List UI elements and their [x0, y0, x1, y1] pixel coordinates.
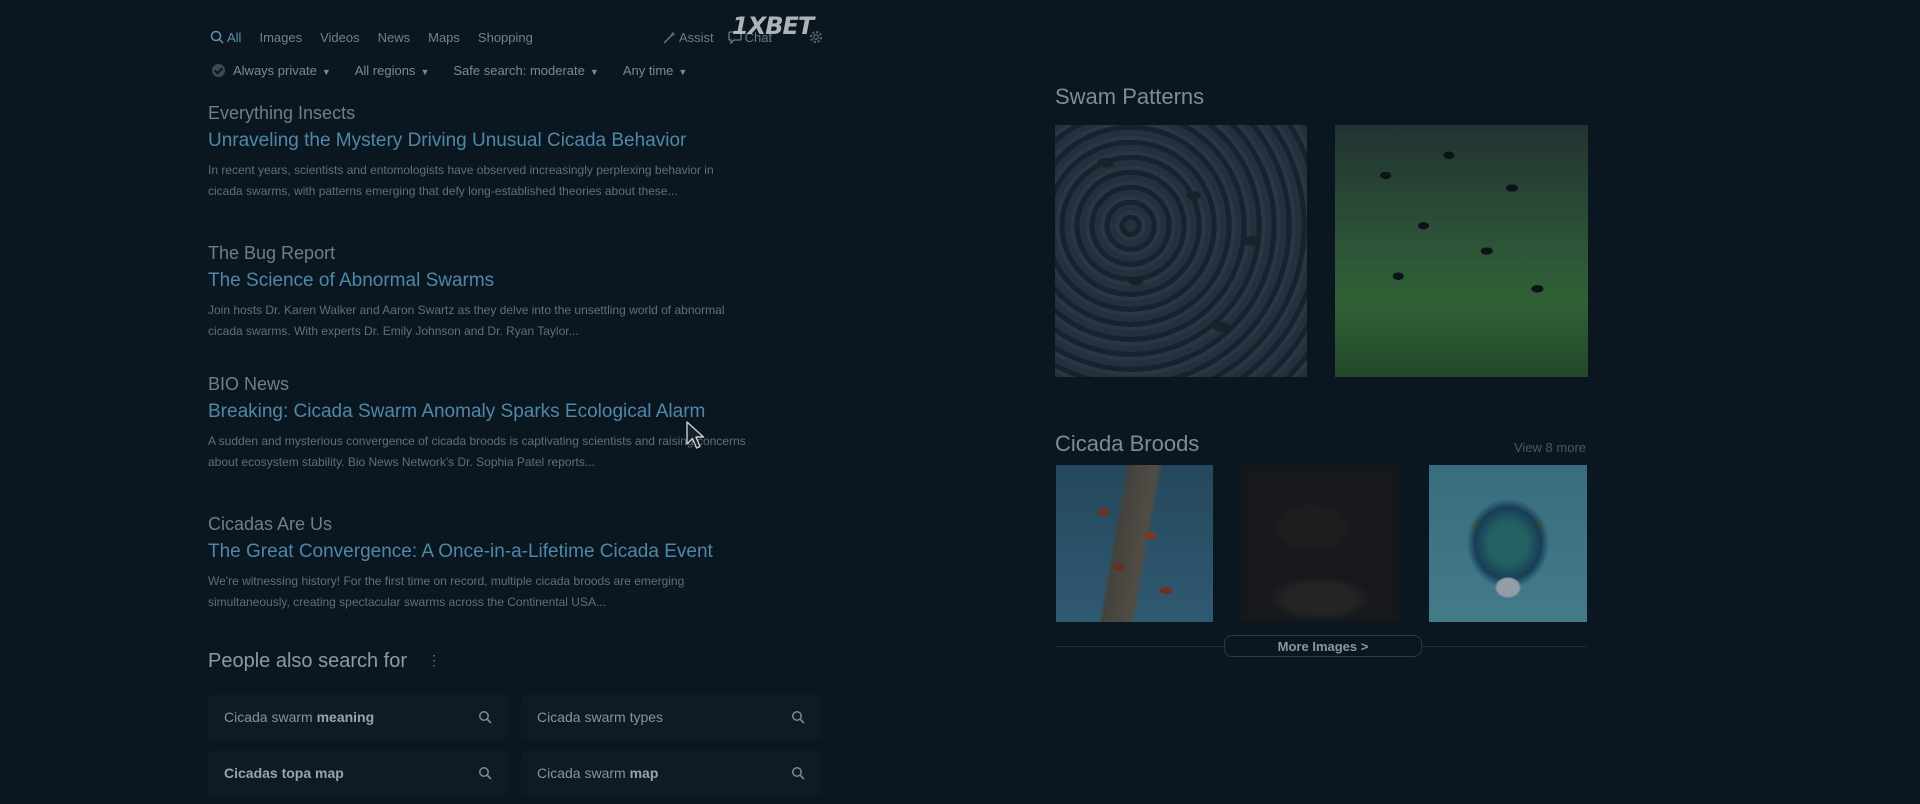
related-search-chip[interactable]: Cicada swarm map — [521, 750, 821, 796]
related-search-text: Cicada swarm map — [537, 765, 658, 781]
privacy-filter-label: Always private — [233, 63, 317, 78]
search-result: Cicadas Are Us The Great Convergence: A … — [208, 514, 748, 613]
search-filters: Always private ▼ All regions ▼ Safe search… — [212, 63, 711, 78]
result-source: Everything Insects — [208, 103, 356, 123]
caret-down-icon: ▼ — [589, 67, 599, 77]
search-icon — [792, 767, 805, 780]
related-search-prefix: Cicada swarm — [537, 765, 630, 781]
related-search-chip[interactable]: Cicada swarm meaning — [208, 694, 508, 740]
brood-image-2[interactable] — [1241, 465, 1399, 622]
result-title-link[interactable]: The Science of Abnormal Swarms — [208, 270, 748, 292]
search-result: BIO News Breaking: Cicada Swarm Anomaly … — [208, 374, 748, 473]
related-search-text: Cicada swarm types — [537, 709, 663, 725]
check-icon — [212, 64, 225, 77]
related-search-prefix: Cicada swarm — [224, 709, 317, 725]
search-icon — [479, 767, 492, 780]
result-title-link[interactable]: The Great Convergence: A Once-in-a-Lifet… — [208, 541, 748, 563]
watermark-logo: 1XBET — [732, 12, 814, 40]
tab-all[interactable]: All — [210, 30, 241, 45]
tab-videos[interactable]: Videos — [320, 30, 360, 45]
result-title-link[interactable]: Breaking: Cicada Swarm Anomaly Sparks Ec… — [208, 401, 748, 423]
people-also-search-title: People also search for — [208, 650, 408, 672]
time-filter[interactable]: Any time ▼ — [623, 63, 688, 78]
result-source: The Bug Report — [208, 243, 336, 263]
result-title-link[interactable]: Unraveling the Mystery Driving Unusual C… — [208, 130, 748, 152]
search-tabs: All Images Videos News Maps Shopping — [210, 30, 533, 45]
view-more-link[interactable]: View 8 more — [1514, 440, 1586, 455]
tab-maps[interactable]: Maps — [428, 30, 460, 45]
search-icon — [792, 711, 805, 724]
result-snippet: We're witnessing history! For the first … — [208, 574, 685, 609]
search-result: Everything Insects Unraveling the Myster… — [208, 103, 748, 202]
more-options-icon[interactable]: ⋮ — [427, 652, 441, 669]
cicada-broods-title: Cicada Broods — [1055, 431, 1200, 456]
mouse-cursor-icon — [686, 421, 705, 449]
related-search-bold: map — [629, 765, 659, 781]
assist-label: Assist — [679, 30, 714, 45]
related-search-bold: Cicadas topa map — [224, 765, 344, 781]
swarm-image-1[interactable] — [1055, 125, 1307, 377]
result-snippet: Join hosts Dr. Karen Walker and Aaron Sw… — [208, 303, 725, 338]
tab-all-label: All — [227, 30, 242, 45]
search-icon — [210, 30, 224, 44]
caret-down-icon: ▼ — [678, 67, 688, 77]
more-images-button[interactable]: More Images > — [1224, 635, 1422, 657]
safe-search-label: Safe search: moderate — [453, 63, 585, 78]
tab-shopping[interactable]: Shopping — [478, 30, 533, 45]
magic-wand-icon — [663, 31, 676, 44]
region-filter[interactable]: All regions ▼ — [355, 63, 430, 78]
tab-images[interactable]: Images — [259, 30, 302, 45]
brood-image-3[interactable] — [1429, 465, 1587, 622]
gear-icon[interactable] — [808, 29, 824, 45]
tab-news[interactable]: News — [378, 30, 411, 45]
result-snippet: A sudden and mysterious convergence of c… — [208, 434, 746, 469]
caret-down-icon: ▼ — [420, 67, 430, 77]
brood-image-1[interactable] — [1056, 465, 1213, 622]
search-result: The Bug Report The Science of Abnormal S… — [208, 243, 748, 342]
related-search-chip[interactable]: Cicadas topa map — [208, 750, 508, 796]
related-search-prefix: Cicada swarm types — [537, 709, 664, 725]
result-source: Cicadas Are Us — [208, 514, 333, 534]
assist-button[interactable]: Assist — [663, 30, 714, 45]
related-search-chip[interactable]: Cicada swarm types — [521, 694, 821, 740]
time-filter-label: Any time — [622, 63, 674, 78]
result-source: BIO News — [208, 374, 290, 394]
swarm-patterns-title: Swam Patterns — [1055, 84, 1205, 109]
related-search-text: Cicada swarm meaning — [224, 709, 374, 725]
swarm-image-2[interactable] — [1335, 125, 1588, 377]
caret-down-icon: ▼ — [321, 67, 331, 77]
search-icon — [479, 711, 492, 724]
safe-search-filter[interactable]: Safe search: moderate ▼ — [453, 63, 598, 78]
related-search-text: Cicadas topa map — [224, 765, 344, 781]
region-filter-label: All regions — [354, 63, 416, 78]
result-snippet: In recent years, scientists and entomolo… — [208, 163, 714, 198]
privacy-filter[interactable]: Always private ▼ — [212, 63, 331, 78]
related-search-bold: meaning — [316, 709, 375, 725]
